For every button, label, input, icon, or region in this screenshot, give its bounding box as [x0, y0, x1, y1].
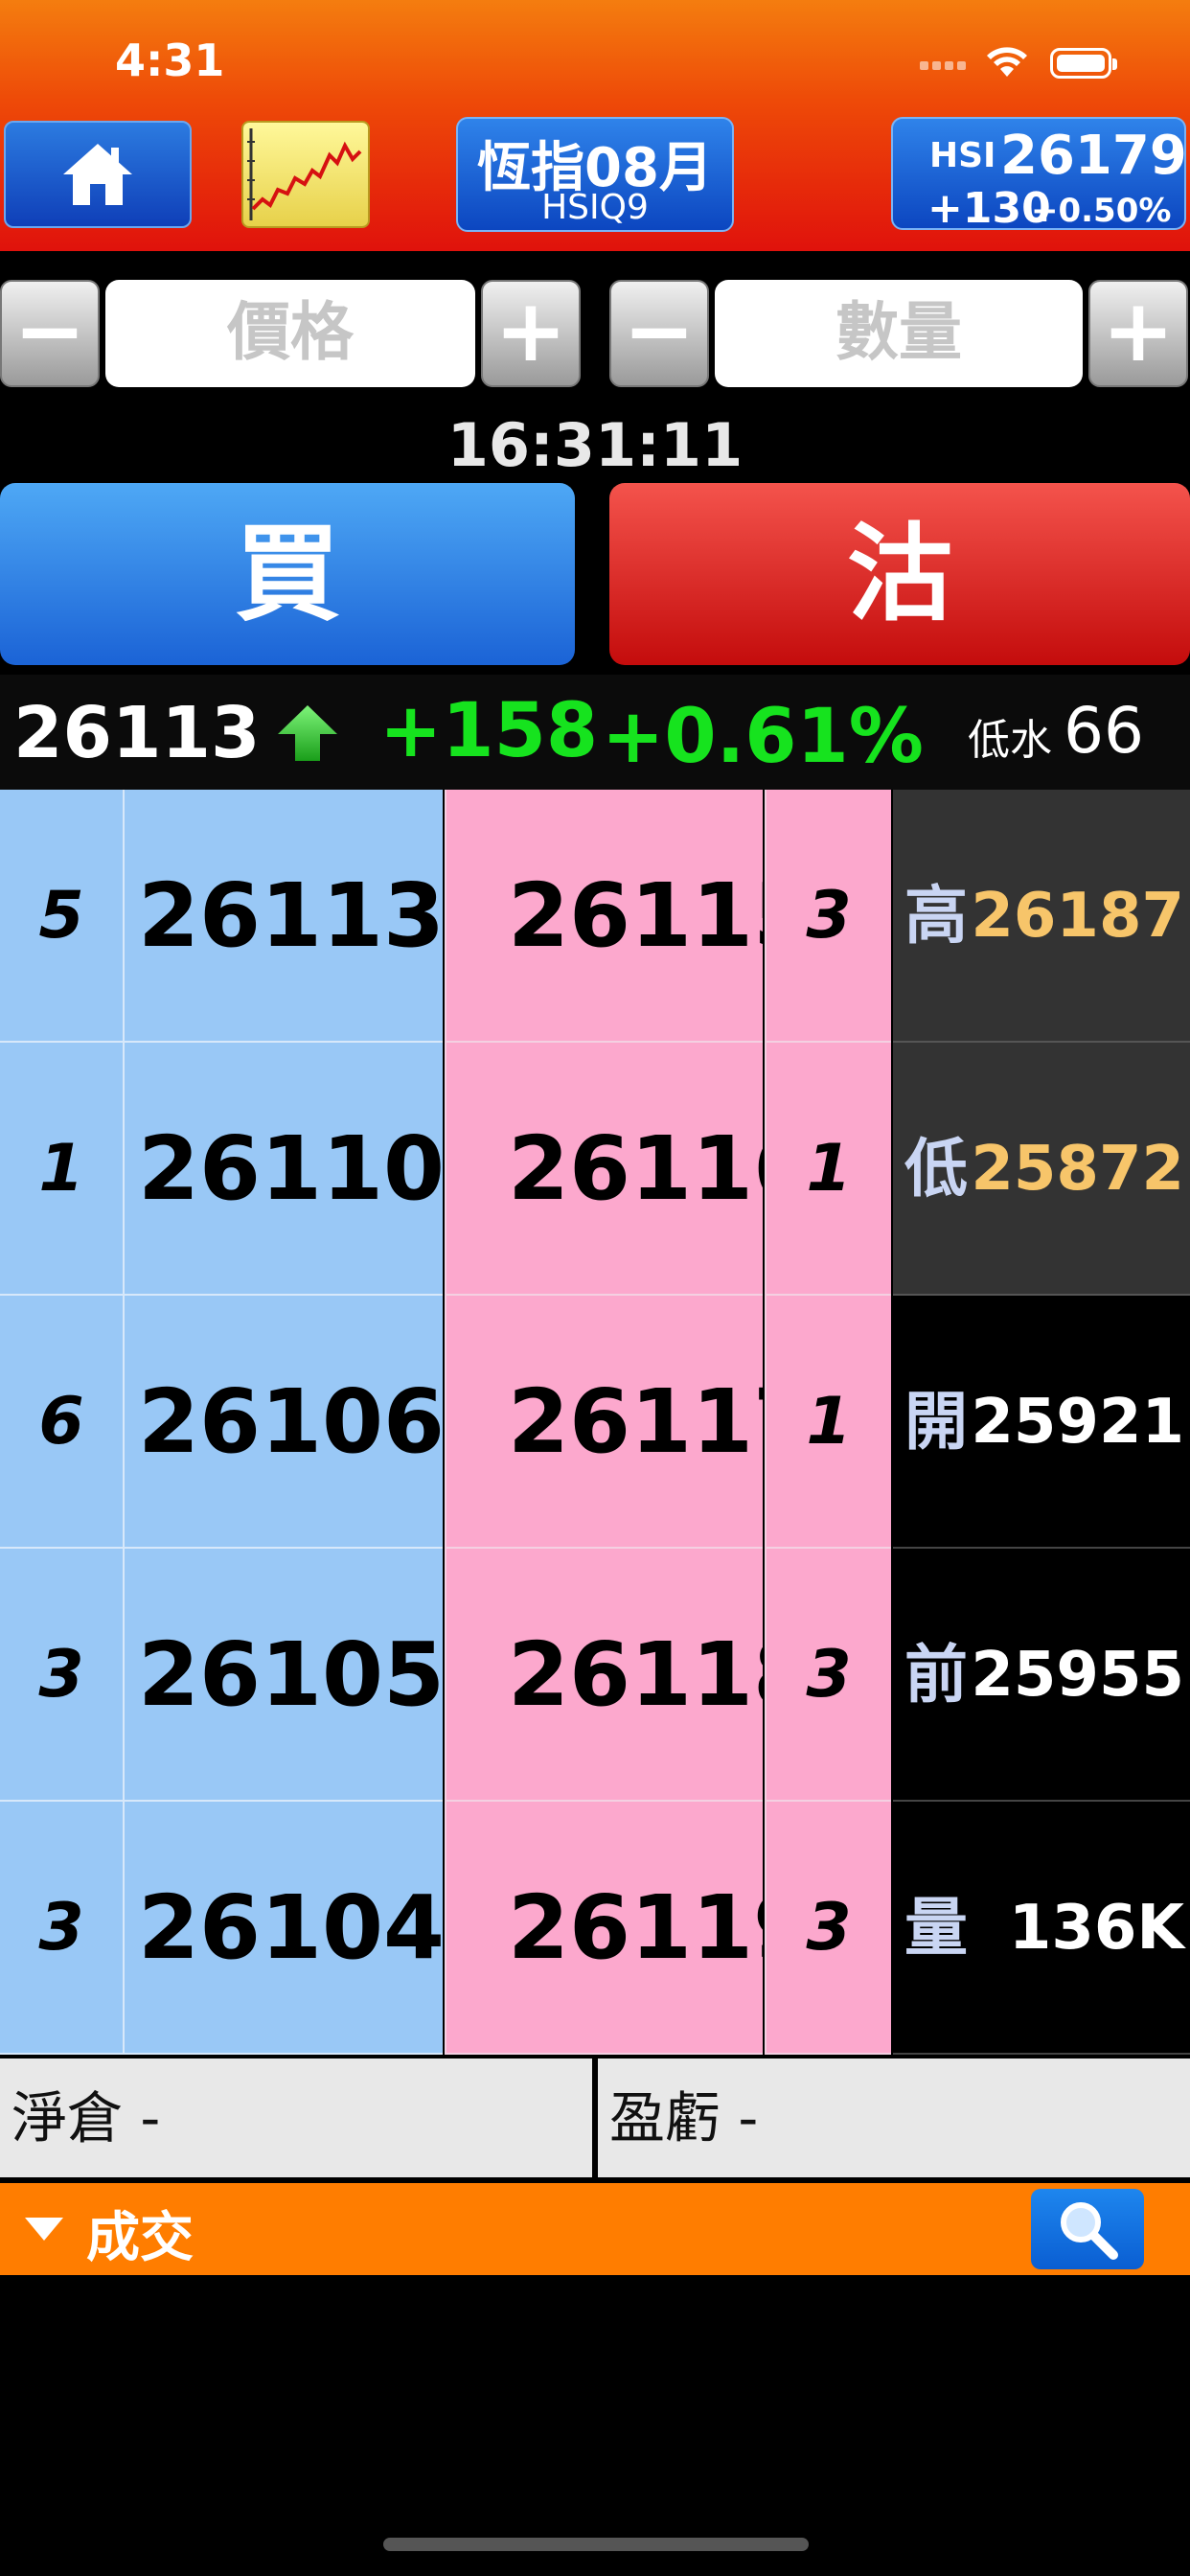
- buy-button[interactable]: 買: [0, 483, 575, 665]
- bid-price[interactable]: 26106: [125, 1296, 445, 1549]
- price-change-pct: +0.61%: [602, 694, 924, 780]
- status-time: 4:31: [115, 34, 225, 86]
- ask-qty[interactable]: 1: [765, 1043, 891, 1296]
- sell-button[interactable]: 沽: [609, 483, 1190, 665]
- ask-qty[interactable]: 3: [765, 1549, 891, 1802]
- quote-bar: 26113 +158 +0.61% 低水 66: [0, 675, 1190, 790]
- price-decrement-button[interactable]: −: [0, 280, 100, 387]
- stat-row: 前 25955: [893, 1549, 1190, 1802]
- bid-price[interactable]: 26105: [125, 1549, 445, 1802]
- bid-qty[interactable]: 3: [0, 1549, 125, 1802]
- stat-value: 136K: [1008, 1893, 1184, 1964]
- search-button[interactable]: [1031, 2189, 1144, 2269]
- ask-price[interactable]: 26118: [445, 1549, 814, 1802]
- bid-qty[interactable]: 6: [0, 1296, 125, 1549]
- chart-button[interactable]: [241, 121, 370, 228]
- discount-value: 66: [1064, 694, 1144, 768]
- cellular-signal-icon: [920, 56, 977, 70]
- index-label: HSI: [929, 136, 996, 175]
- quantity-input[interactable]: 數量: [715, 280, 1083, 387]
- stat-row: 開 25921: [893, 1296, 1190, 1549]
- ask-qty[interactable]: 3: [765, 790, 891, 1043]
- triangle-down-icon: [25, 2218, 63, 2241]
- bid-price[interactable]: 26113: [125, 790, 445, 1043]
- quantity-decrement-button[interactable]: −: [609, 280, 709, 387]
- bid-qty[interactable]: 3: [0, 1802, 125, 2055]
- contract-selector-button[interactable]: 恆指08月 HSIQ9: [456, 117, 734, 232]
- bid-qty[interactable]: 5: [0, 790, 125, 1043]
- stat-label: 前: [904, 1638, 968, 1712]
- wifi-icon: [987, 47, 1027, 77]
- discount-label: 低水: [968, 716, 1052, 765]
- bid-price[interactable]: 26110: [125, 1043, 445, 1296]
- ask-qty[interactable]: 1: [765, 1296, 891, 1549]
- price-change: +158: [379, 688, 599, 774]
- search-icon: [1061, 2202, 1118, 2260]
- ask-qty[interactable]: 3: [765, 1802, 891, 2055]
- stat-label: 量: [904, 1891, 968, 1965]
- header: 4:31 恆指08月 HSIQ9 HSI 26179 +130 +0.50%: [0, 0, 1190, 251]
- stat-value: 25921: [971, 1387, 1184, 1458]
- stat-row: 量 136K: [893, 1802, 1190, 2055]
- stat-value: 25955: [971, 1640, 1184, 1711]
- ask-price[interactable]: 26115: [445, 790, 814, 1043]
- home-button[interactable]: [4, 121, 192, 228]
- stat-label: 低: [904, 1132, 968, 1206]
- server-clock: 16:31:11: [446, 410, 744, 480]
- ask-price[interactable]: 26117: [445, 1296, 814, 1549]
- battery-icon: [1050, 48, 1117, 79]
- price-increment-button[interactable]: +: [481, 280, 581, 387]
- up-arrow-icon: [278, 705, 337, 761]
- stat-label: 高: [904, 879, 968, 953]
- chart-icon: [247, 128, 362, 220]
- hsi-index-box[interactable]: HSI 26179 +130 +0.50%: [891, 117, 1187, 233]
- last-price: 26113: [13, 692, 261, 774]
- stat-label: 開: [904, 1385, 968, 1459]
- stat-row: 低 25872: [893, 1043, 1190, 1296]
- profit-loss: 盈虧 -: [598, 2058, 1190, 2177]
- index-value: 26179: [1000, 125, 1187, 187]
- app-root: 4:31 恆指08月 HSIQ9 HSI 26179 +130 +0.50% −…: [0, 0, 1190, 2576]
- trades-bar[interactable]: 成交: [0, 2183, 1190, 2275]
- home-indicator[interactable]: [383, 2538, 809, 2551]
- quantity-increment-button[interactable]: +: [1088, 280, 1188, 387]
- ask-price[interactable]: 26116: [445, 1043, 814, 1296]
- net-position: 淨倉 -: [0, 2058, 592, 2177]
- bid-qty[interactable]: 1: [0, 1043, 125, 1296]
- home-icon: [63, 144, 132, 205]
- order-book: 5 26113 26115 3 高 26187 1 26110 26116 1 低 25872 6 261…: [0, 790, 1190, 2057]
- stat-row: 高 26187: [893, 790, 1190, 1043]
- stat-value: 25872: [971, 1134, 1184, 1205]
- price-input[interactable]: 價格: [105, 280, 475, 387]
- bid-price[interactable]: 26104: [125, 1802, 445, 2055]
- trades-label: 成交: [86, 2207, 194, 2269]
- stat-value: 26187: [971, 881, 1184, 952]
- index-change-pct: +0.50%: [1031, 192, 1172, 230]
- contract-code: HSIQ9: [541, 188, 649, 227]
- ask-price[interactable]: 26119: [445, 1802, 814, 2055]
